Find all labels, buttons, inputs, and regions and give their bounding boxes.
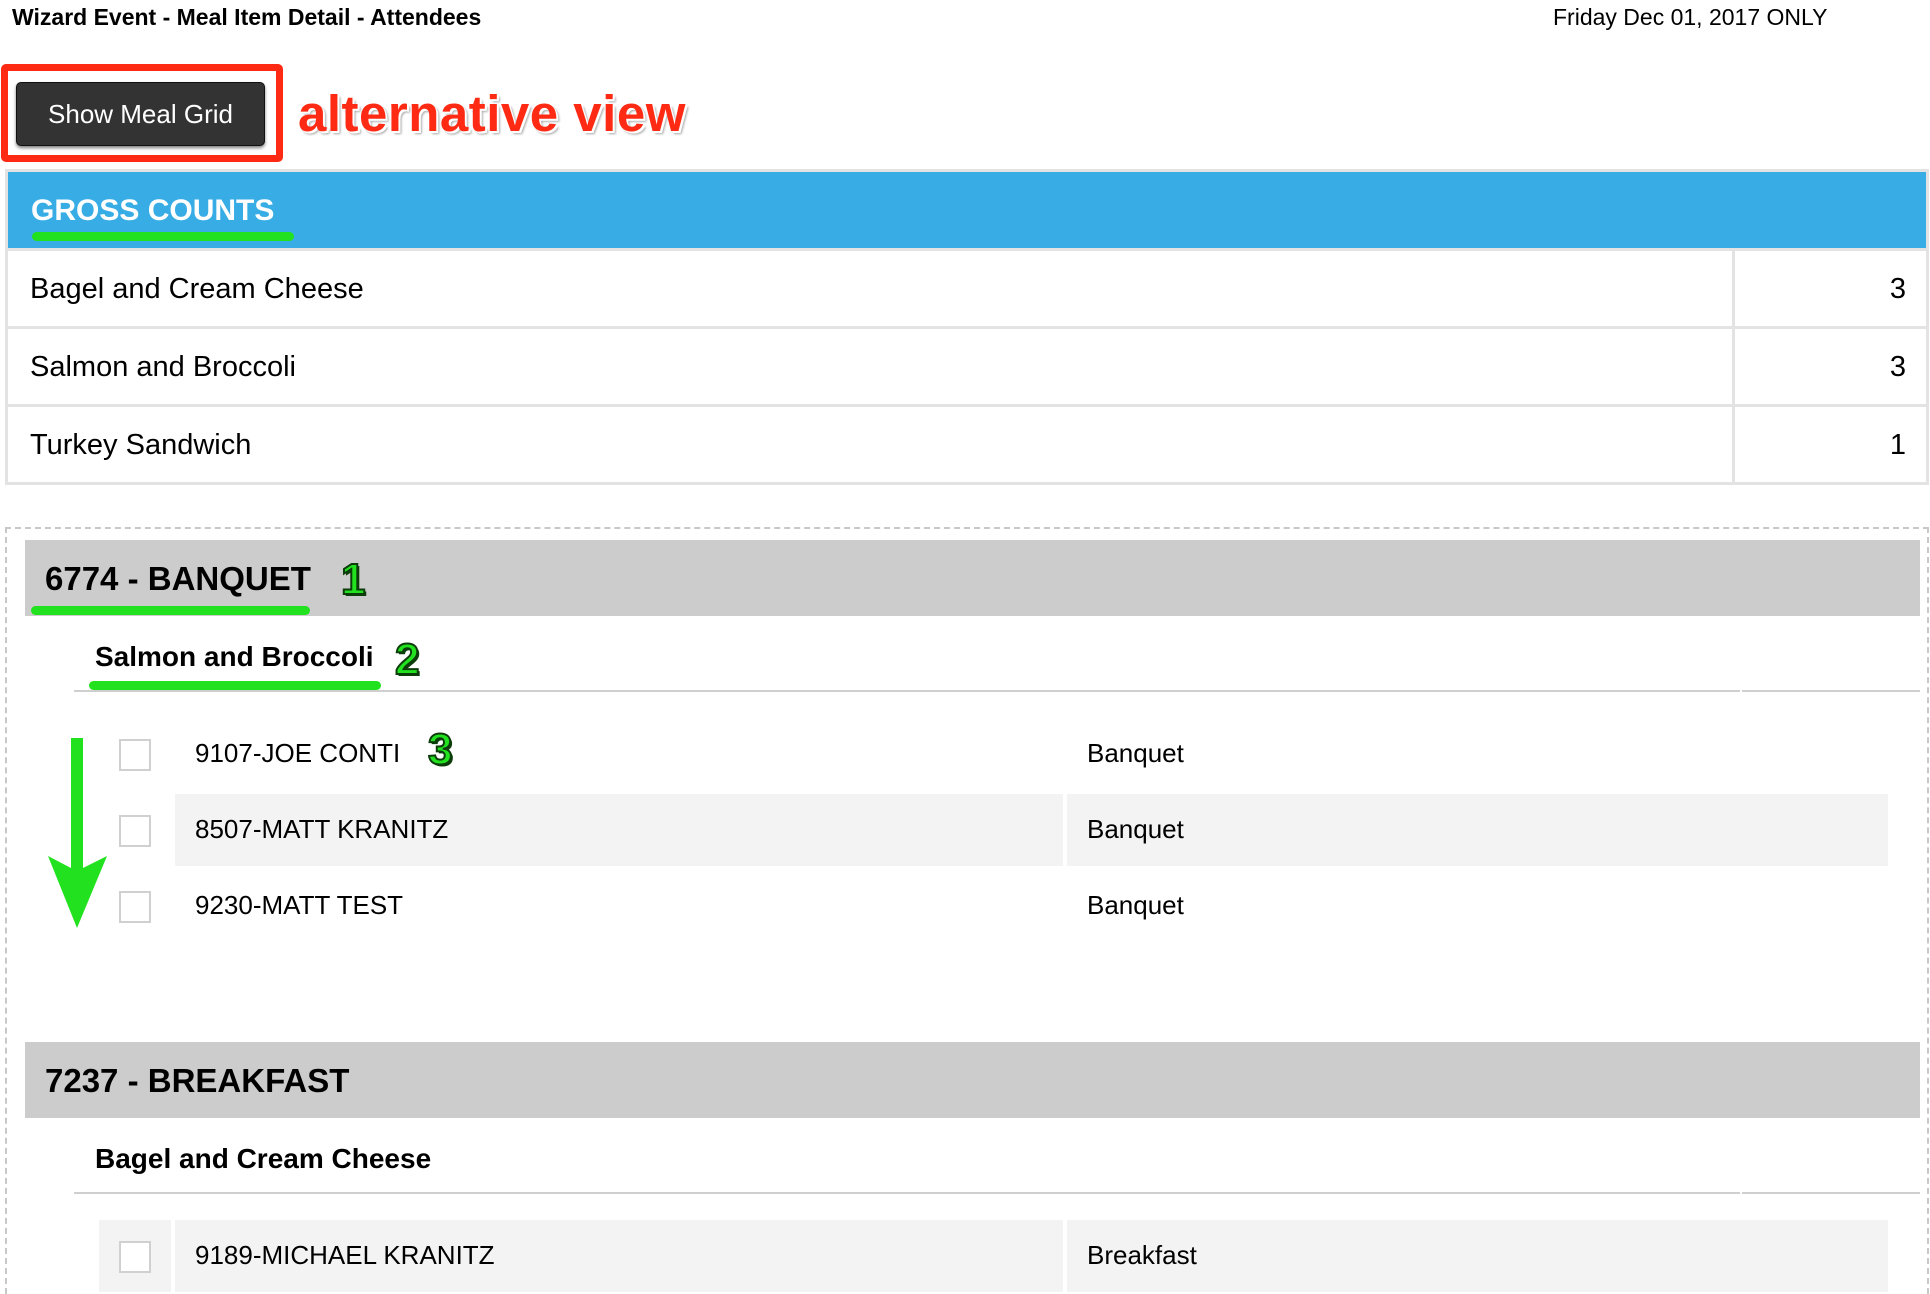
gross-count-item-name: Bagel and Cream Cheese xyxy=(30,273,364,305)
attendee-row: 9230-MATT TEST Banquet xyxy=(99,870,1896,942)
group-header-breakfast: 7237 - BREAKFAST xyxy=(25,1042,1920,1118)
group-title: 6774 - BANQUET xyxy=(45,560,311,597)
gross-count-row: Salmon and Broccoli 3 xyxy=(8,326,1926,404)
down-arrow-icon xyxy=(48,738,107,928)
page-date: Friday Dec 01, 2017 ONLY xyxy=(1553,4,1828,30)
meal-divider xyxy=(74,690,1920,692)
column-divider xyxy=(1732,251,1735,326)
gross-count-row: Bagel and Cream Cheese 3 xyxy=(8,248,1926,326)
attendees-panel: 6774 - BANQUET 1 Salmon and Broccoli 2 9… xyxy=(5,527,1929,1294)
group-title: 7237 - BREAKFAST xyxy=(45,1062,350,1099)
page-header: Wizard Event - Meal Item Detail - Attend… xyxy=(0,0,1930,36)
alternative-view-annotation: alternative view xyxy=(298,85,686,142)
gross-count-value: 3 xyxy=(1889,351,1906,383)
attendee-checkbox[interactable] xyxy=(119,891,151,923)
meal-divider xyxy=(74,1192,1920,1194)
gross-counts-title: GROSS COUNTS xyxy=(31,194,275,227)
gross-count-value: 1 xyxy=(1889,429,1906,461)
page-title: Wizard Event - Meal Item Detail - Attend… xyxy=(12,4,482,30)
column-divider xyxy=(1732,329,1735,404)
attendee-name: 9107-JOE CONTI xyxy=(195,738,401,768)
green-underline xyxy=(89,681,381,690)
step-badge: 1 xyxy=(340,554,367,605)
attendee-meal: Banquet xyxy=(1087,738,1184,768)
meal-title: Salmon and Broccoli xyxy=(95,641,374,672)
attendee-checkbox[interactable] xyxy=(119,1241,151,1273)
attendee-name: 8507-MATT KRANITZ xyxy=(195,814,449,844)
step-badge: 2 xyxy=(394,634,421,685)
attendee-row: 9107-JOE CONTI Banquet xyxy=(99,718,1896,790)
green-underline xyxy=(32,232,294,241)
gross-counts-panel: GROSS COUNTS Bagel and Cream Cheese 3 Sa… xyxy=(5,169,1929,485)
attendee-name: 9230-MATT TEST xyxy=(195,890,404,920)
attendee-meal: Banquet xyxy=(1087,890,1184,920)
attendee-name: 9189-MICHAEL KRANITZ xyxy=(195,1240,495,1270)
show-meal-grid-button[interactable]: Show Meal Grid xyxy=(16,82,265,146)
gross-counts-header: GROSS COUNTS xyxy=(8,172,1926,248)
attendee-row: 9189-MICHAEL KRANITZ Breakfast xyxy=(99,1220,1896,1292)
attendee-row: 8507-MATT KRANITZ Banquet xyxy=(99,794,1896,866)
green-underline xyxy=(31,606,310,615)
meal-title: Bagel and Cream Cheese xyxy=(95,1143,432,1174)
gross-count-item-name: Salmon and Broccoli xyxy=(30,351,296,383)
attendee-meal: Breakfast xyxy=(1087,1240,1197,1270)
group-header-banquet: 6774 - BANQUET xyxy=(25,540,1920,616)
attendee-meal: Banquet xyxy=(1087,814,1184,844)
column-divider xyxy=(1732,407,1735,482)
attendee-checkbox[interactable] xyxy=(119,739,151,771)
attendee-checkbox[interactable] xyxy=(119,815,151,847)
gross-count-item-name: Turkey Sandwich xyxy=(30,429,252,461)
gross-count-row: Turkey Sandwich 1 xyxy=(8,404,1926,482)
gross-count-value: 3 xyxy=(1889,273,1906,305)
step-badge: 3 xyxy=(427,724,454,775)
